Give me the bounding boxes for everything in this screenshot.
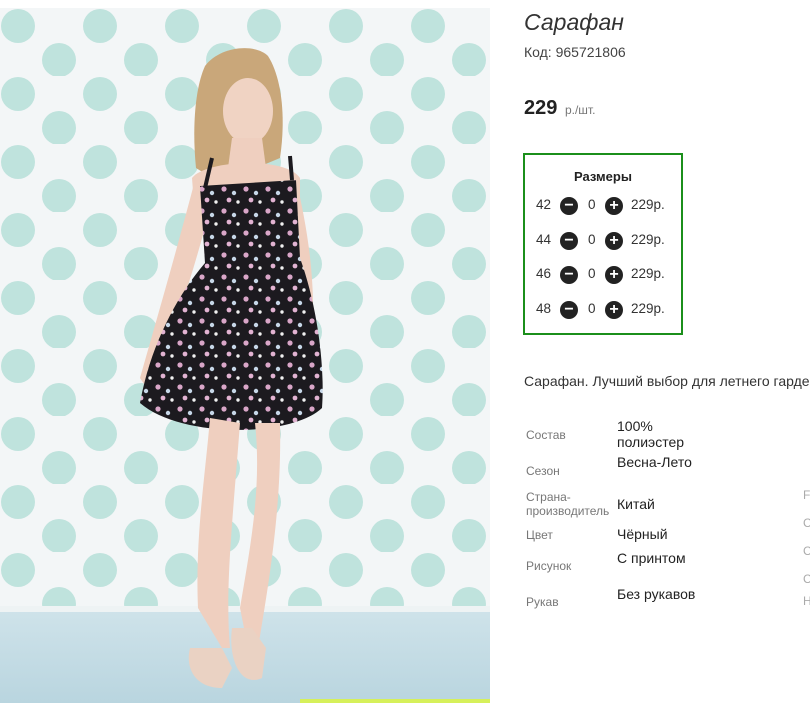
size-row: 42 − 0 + 229р. bbox=[525, 196, 681, 216]
minus-icon[interactable]: − bbox=[560, 301, 578, 319]
size-quantity: 0 bbox=[588, 266, 596, 281]
size-price: 229р. bbox=[631, 197, 665, 212]
size-label: 46 bbox=[536, 266, 552, 281]
clipped-text: C bbox=[803, 544, 810, 558]
clipped-text: F bbox=[803, 488, 810, 502]
size-label: 44 bbox=[536, 232, 552, 247]
plus-icon[interactable]: + bbox=[605, 197, 623, 215]
minus-icon[interactable]: − bbox=[560, 232, 578, 250]
attribute-name: Сезон bbox=[526, 464, 560, 478]
attribute-name: Состав bbox=[526, 428, 566, 442]
price-value: 229 bbox=[524, 97, 558, 119]
attribute-name: Рисунок bbox=[526, 559, 572, 573]
size-row: 46 − 0 + 229р. bbox=[525, 265, 681, 285]
product-code: Код: 965721806 bbox=[524, 44, 626, 60]
attribute-value: С принтом bbox=[617, 550, 686, 566]
size-quantity: 0 bbox=[588, 301, 596, 316]
plus-icon[interactable]: + bbox=[605, 301, 623, 319]
model-wearing-sundress-image bbox=[0, 8, 490, 703]
size-row: 44 − 0 + 229р. bbox=[525, 231, 681, 251]
clipped-text: H bbox=[803, 594, 810, 608]
product-photo[interactable] bbox=[0, 8, 490, 703]
size-label: 48 bbox=[536, 301, 552, 316]
minus-icon[interactable]: − bbox=[560, 266, 578, 284]
clipped-text: C bbox=[803, 516, 810, 530]
minus-icon[interactable]: − bbox=[560, 197, 578, 215]
price-unit: р./шт. bbox=[564, 103, 596, 117]
size-quantity: 0 bbox=[588, 232, 596, 247]
size-row: 48 − 0 + 229р. bbox=[525, 300, 681, 320]
attribute-value: Чёрный bbox=[617, 526, 668, 542]
product-title: Сарафан bbox=[524, 9, 624, 35]
attribute-name: Цвет bbox=[526, 528, 553, 542]
plus-icon[interactable]: + bbox=[605, 232, 623, 250]
attribute-value: Без рукавов bbox=[617, 586, 696, 602]
clipped-text: C bbox=[803, 572, 810, 586]
product-code-value: 965721806 bbox=[555, 44, 626, 60]
attribute-value: 100% полиэстер bbox=[617, 418, 685, 450]
attribute-value: Весна-Лето bbox=[617, 454, 692, 470]
attribute-value: Китай bbox=[617, 496, 655, 512]
sizes-selector: Размеры 42 − 0 + 229р. 44 − 0 + 229р. 46… bbox=[523, 153, 683, 335]
sizes-title: Размеры bbox=[574, 169, 632, 184]
size-label: 42 bbox=[536, 197, 552, 212]
product-description: Сарафан. Лучший выбор для летнего гардер… bbox=[524, 373, 810, 389]
plus-icon[interactable]: + bbox=[605, 266, 623, 284]
size-price: 229р. bbox=[631, 266, 665, 281]
scroll-indicator-strip bbox=[300, 699, 490, 703]
product-price: 229 р./шт. bbox=[524, 97, 595, 120]
attribute-name: Рукав bbox=[526, 595, 559, 609]
attribute-name: Страна-производитель bbox=[526, 490, 610, 518]
size-price: 229р. bbox=[631, 232, 665, 247]
product-code-label: Код: bbox=[524, 44, 552, 60]
size-price: 229р. bbox=[631, 301, 665, 316]
size-quantity: 0 bbox=[588, 197, 596, 212]
